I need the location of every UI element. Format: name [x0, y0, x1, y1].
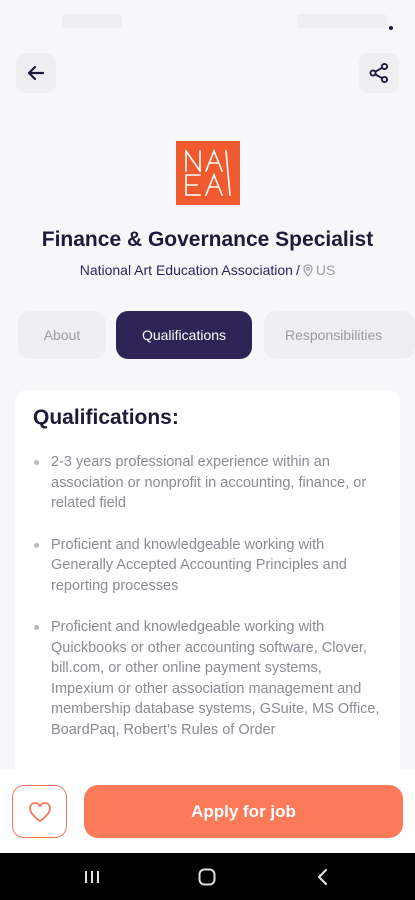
- company-logo: [176, 141, 240, 205]
- company-location-separator: /: [295, 262, 300, 278]
- heart-icon: [28, 801, 51, 822]
- bullet-dot: [34, 542, 39, 548]
- job-title: Finance & Governance Specialist: [41, 228, 374, 251]
- status-time-placeholder: [62, 14, 122, 28]
- favorite-button[interactable]: [12, 785, 67, 838]
- system-back-button[interactable]: [293, 853, 353, 900]
- job-location: US: [303, 262, 335, 278]
- bullet-dot: [34, 625, 39, 630]
- job-location-text: US: [315, 262, 336, 278]
- qualification-text: 2-3 years professional experience within…: [51, 454, 367, 511]
- qualifications-list: 2-3 years professional experience within…: [33, 452, 388, 761]
- back-button[interactable]: [16, 53, 56, 93]
- qualification-text: Proficient and knowledgeable working wit…: [51, 536, 347, 594]
- home-icon: [198, 868, 216, 885]
- qualifications-heading: Qualifications:: [33, 406, 179, 429]
- status-icons-placeholder: [297, 14, 387, 28]
- system-navigation-bar: [0, 853, 415, 900]
- bullet-dot: [34, 460, 39, 465]
- recents-icon: [85, 870, 99, 883]
- qualifications-card: Qualifications: 2-3 years professional e…: [15, 390, 400, 780]
- chevron-left-icon: [317, 868, 328, 885]
- detail-tabs: About Qualifications Responsibilities: [18, 311, 415, 359]
- list-item: Proficient and knowledgeable working wit…: [33, 535, 388, 597]
- recent-apps-button[interactable]: [62, 853, 122, 900]
- share-button[interactable]: [359, 53, 399, 93]
- company-name[interactable]: National Art Education Association: [80, 262, 293, 278]
- home-button[interactable]: [177, 853, 237, 900]
- qualification-text: Proficient and knowledgeable working wit…: [51, 619, 380, 738]
- arrow-left-icon: [27, 65, 45, 81]
- company-line: National Art Education Association / US: [0, 262, 415, 278]
- tab-about[interactable]: About: [18, 311, 106, 359]
- apply-for-job-button[interactable]: Apply for job: [84, 785, 403, 838]
- map-pin-icon: [303, 264, 313, 277]
- bottom-action-bar: Apply for job: [0, 770, 415, 853]
- tab-qualifications[interactable]: Qualifications: [116, 311, 252, 359]
- status-bar: [0, 0, 415, 44]
- naea-logo-mark: [184, 148, 231, 197]
- list-item: 2-3 years professional experience within…: [33, 452, 388, 514]
- list-item: Proficient and knowledgeable working wit…: [33, 617, 388, 740]
- status-indicator-dot: [389, 26, 393, 30]
- share-icon: [369, 62, 389, 84]
- tab-responsibilities[interactable]: Responsibilities: [264, 311, 415, 359]
